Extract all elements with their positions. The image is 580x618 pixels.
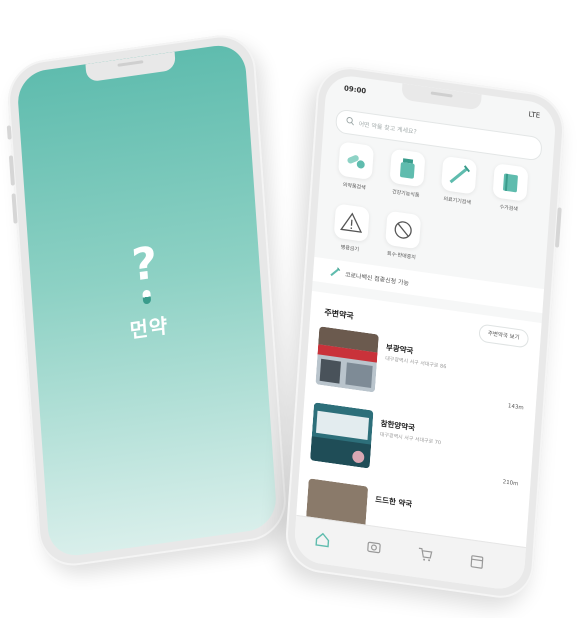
pharmacy-name: 부광약국 [385, 342, 414, 356]
category-label: 병용금기 [340, 244, 360, 254]
category-label: 의약품검색 [342, 182, 366, 192]
pharmacy-address: 대구광역시 서구 서대구로 86 [384, 355, 447, 371]
category-recall[interactable]: 회수·판매중지 [376, 209, 429, 262]
supplement-bottle-icon [400, 158, 415, 179]
pill-icon [142, 289, 152, 305]
cart-icon[interactable] [417, 545, 434, 563]
volume-up-button [8, 155, 15, 186]
status-time: 09:00 [343, 84, 367, 96]
prohibited-icon [394, 221, 412, 239]
category-label: 의료기기검색 [443, 196, 472, 207]
nearby-more-button[interactable]: 주변약국 보기 [478, 323, 530, 349]
book-icon [503, 173, 518, 193]
category-label: 건강기능식품 [391, 189, 420, 199]
pharmacy-photo [310, 402, 374, 469]
pills-icon [347, 155, 365, 169]
syringe-icon [449, 165, 471, 184]
power-button [554, 207, 562, 248]
app-phone: 09:00 LTE 어떤 약을 찾고 계세요? 의약품검색 건강기능식품 의료기… [283, 62, 567, 603]
pharmacy-name: 드드한 약국 [375, 494, 413, 509]
logo-question-mark: ? [130, 237, 159, 292]
search-icon [346, 117, 354, 126]
home-icon[interactable] [314, 531, 331, 549]
category-label: 회수·판매중지 [386, 250, 417, 261]
vaccine-icon [330, 267, 341, 277]
notice-text: 코로나백신 접종신청 가능 [344, 271, 410, 288]
status-network: LTE [528, 110, 541, 120]
category-medical-device[interactable]: 의료기기검색 [432, 155, 485, 208]
search-placeholder: 어떤 약을 찾고 계세요? [358, 120, 417, 136]
category-label: 수가검색 [499, 204, 518, 213]
warning-icon [340, 212, 363, 233]
splash-phone: ? 먼약 [5, 30, 289, 571]
mute-switch [6, 125, 12, 140]
notch [85, 51, 176, 83]
pharmacy-distance: 210m [502, 479, 519, 488]
volume-down-button [11, 193, 18, 224]
nearby-section: 주변약국 주변약국 보기 부광약국 대구광역시 서구 서대구로 86 143m [296, 290, 542, 549]
pharmacy-photo [315, 326, 379, 393]
nearby-title: 주변약국 [324, 307, 354, 321]
camera-icon[interactable] [366, 538, 383, 556]
category-contraindication[interactable]: 병용금기 [325, 202, 378, 255]
calendar-icon[interactable] [469, 552, 486, 570]
category-fee-search[interactable]: 수가검색 [484, 162, 537, 215]
splash-screen: ? 먼약 [16, 41, 278, 560]
pharmacy-distance: 143m [507, 403, 524, 412]
category-drug-search[interactable]: 의약품검색 [329, 140, 382, 193]
app-screen: 09:00 LTE 어떤 약을 찾고 계세요? 의약품검색 건강기능식품 의료기… [293, 72, 557, 593]
app-name: 먼약 [128, 313, 169, 343]
category-supplement[interactable]: 건강기능식품 [381, 147, 434, 200]
